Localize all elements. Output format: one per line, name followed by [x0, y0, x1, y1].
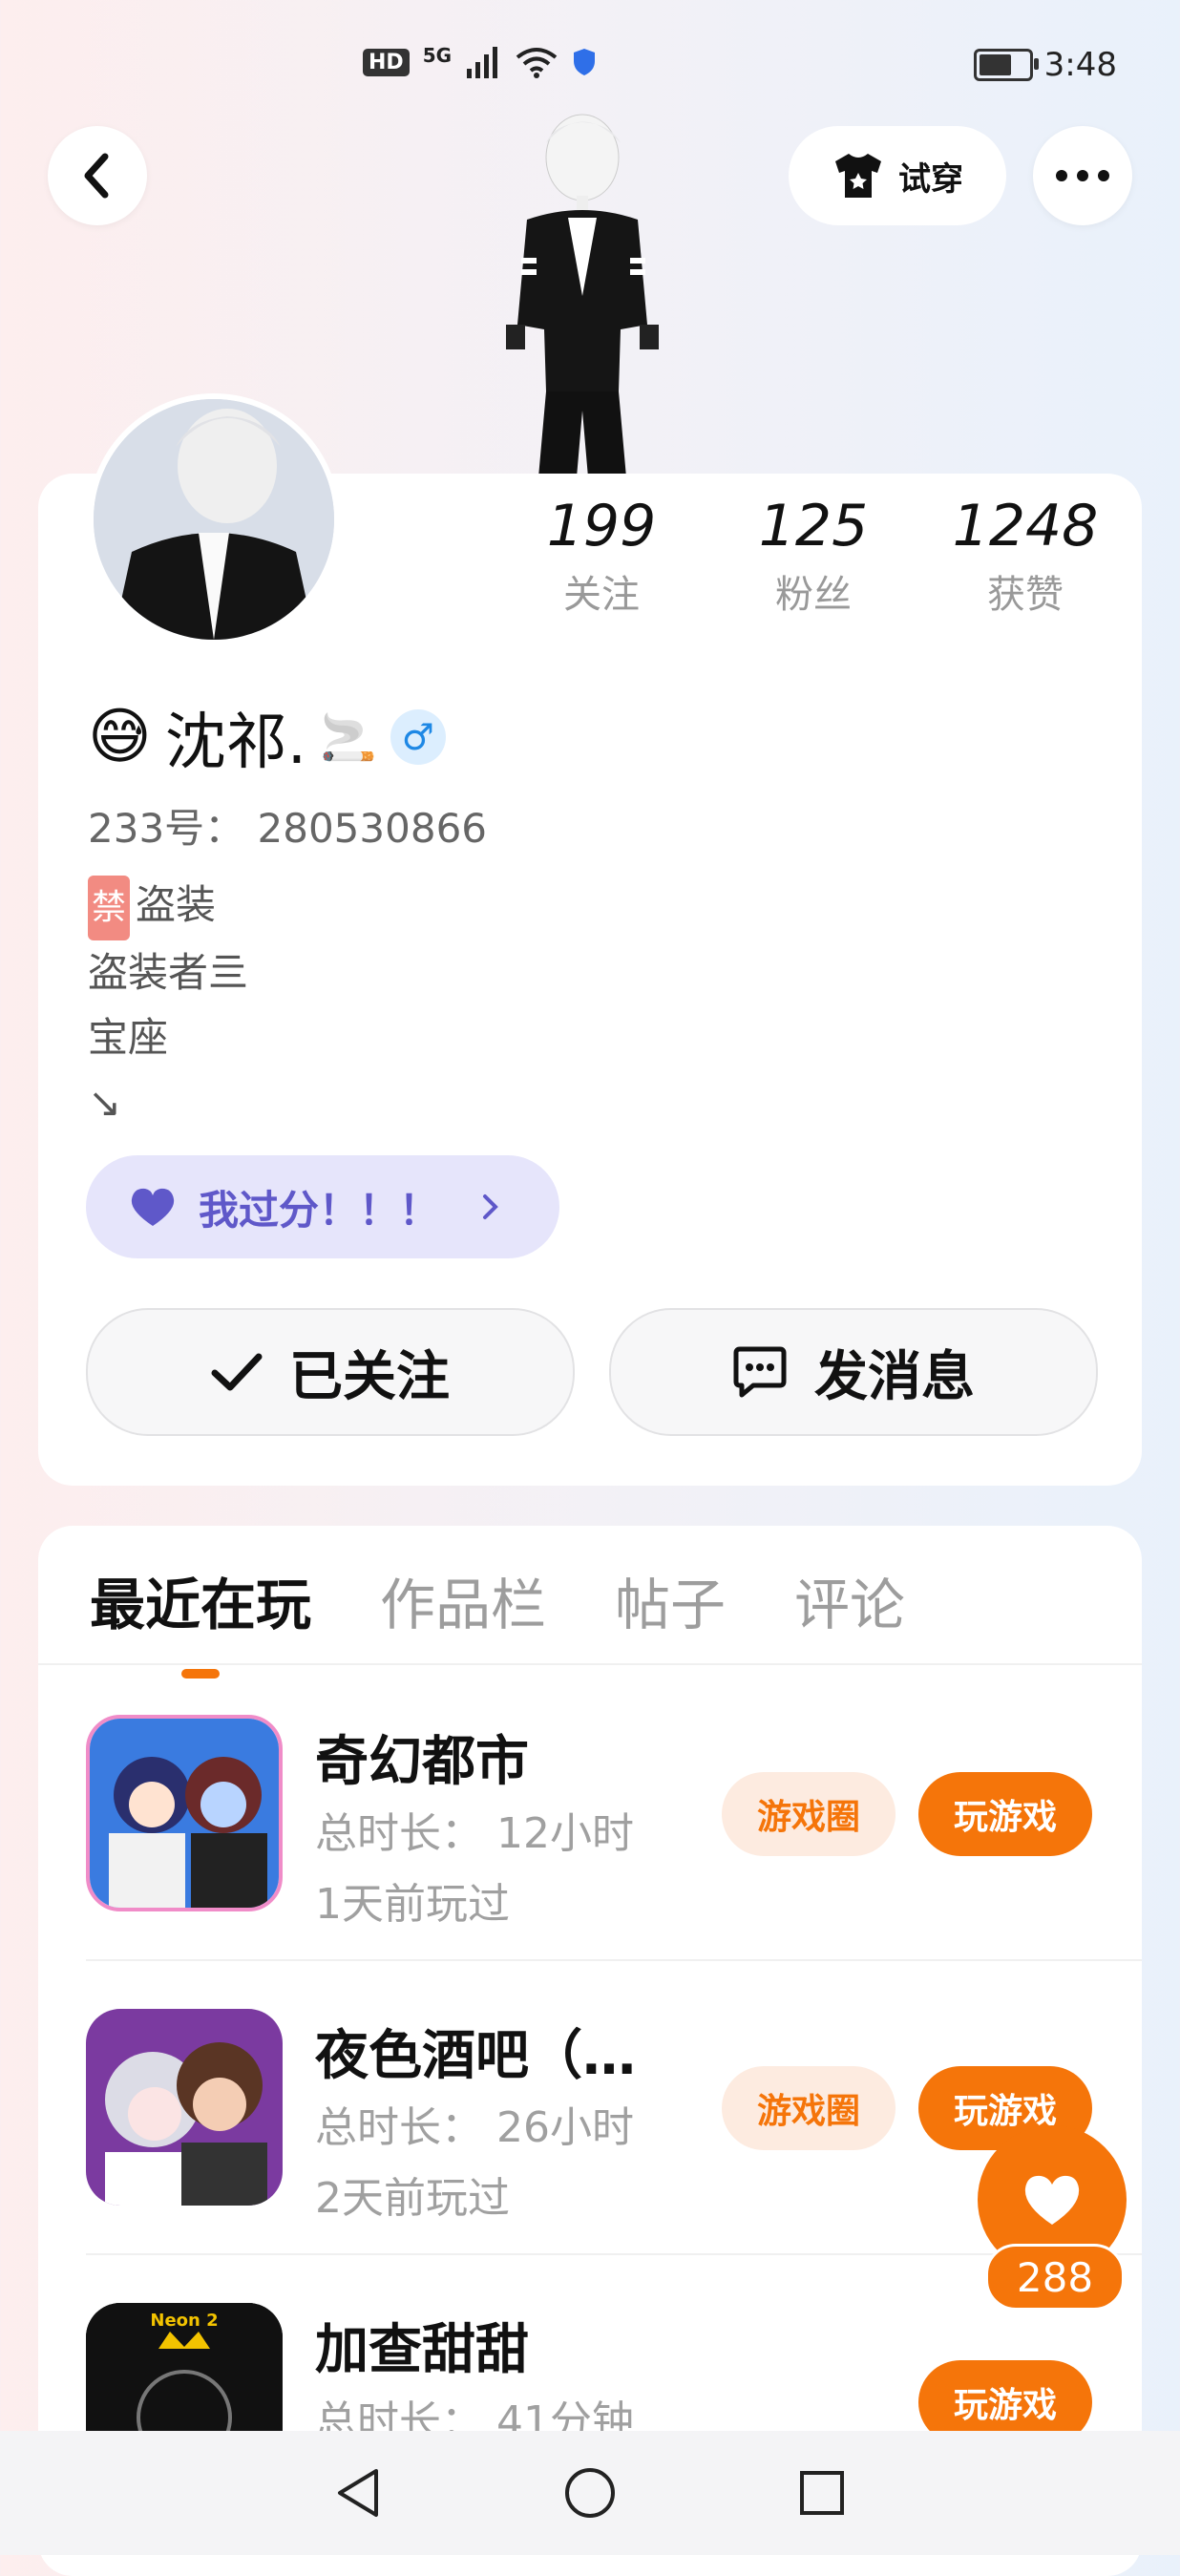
following-button[interactable]: 已关注 — [86, 1308, 575, 1436]
bio-line-2: 盗装者亖 — [88, 949, 249, 996]
clock: 3:48 — [1043, 46, 1117, 84]
following-label: 关注 — [563, 573, 640, 617]
network-indicator: 5G — [422, 44, 453, 67]
bio-line-4: ↘ — [88, 1079, 122, 1126]
game-icon-text: Neon 2 — [150, 2311, 219, 2331]
profile-name: 沈祁. — [164, 707, 307, 778]
following-count: 199 — [546, 493, 657, 560]
like-count: 288 — [985, 2244, 1125, 2311]
tshirt-icon — [835, 154, 881, 198]
name-emoji: 😅 — [88, 702, 152, 772]
home-nav-icon[interactable] — [563, 2466, 617, 2520]
following-button-label: 已关注 — [289, 1345, 450, 1408]
bio-line-1: 盗装 — [136, 881, 217, 928]
stat-following[interactable]: 199 关注 — [516, 493, 687, 619]
heart-icon — [1024, 2175, 1080, 2225]
profile-name-row: 😅 沈祁. 🚬 ♂ — [88, 693, 446, 781]
back-nav-icon[interactable] — [334, 2467, 382, 2519]
likes-label: 获赞 — [987, 573, 1064, 617]
avatar-image — [94, 399, 334, 640]
followers-label: 粉丝 — [775, 573, 852, 617]
status-bar: HD 5G 3:48 — [0, 38, 1180, 95]
character-figure — [506, 114, 659, 477]
check-icon — [211, 1353, 263, 1391]
heart-icon — [131, 1188, 175, 1226]
battery-icon — [973, 49, 1039, 81]
more-icon — [1056, 170, 1109, 181]
hd-indicator: HD — [363, 48, 410, 76]
gender-male-icon: ♂ — [390, 709, 446, 765]
game-title: 奇幻都市 — [315, 1731, 529, 1793]
try-on-label: 试穿 — [898, 159, 963, 199]
ban-icon: 禁 — [88, 876, 131, 940]
game-last-played: 1天前玩过 — [315, 1880, 510, 1929]
message-button[interactable]: 发消息 — [609, 1308, 1098, 1436]
game-playtime: 总时长： 12小时 — [315, 1809, 634, 1858]
chevron-right-icon — [483, 1194, 498, 1219]
game-title: 夜色酒吧（… — [315, 2025, 636, 2087]
tab-posts[interactable]: 帖子 — [615, 1560, 726, 1640]
chevron-left-icon — [84, 153, 109, 199]
game-icon — [86, 1715, 283, 1911]
game-playtime: 总时长： 26小时 — [315, 2103, 634, 2152]
game-row[interactable]: 夜色酒吧（… 总时长： 26小时 2天前玩过 游戏圈 玩游戏 — [38, 1959, 1142, 2253]
tab-comments[interactable]: 评论 — [794, 1560, 905, 1640]
recents-nav-icon[interactable] — [798, 2469, 846, 2517]
game-title: 加查甜甜 — [315, 2319, 529, 2381]
game-last-played: 2天前玩过 — [315, 2174, 510, 2223]
games-section: 最近在玩 作品栏 帖子 评论 奇幻都市 总时长： 12小时 1天前玩过 游戏圈 … — [38, 1526, 1142, 2576]
shield-icon — [574, 49, 596, 75]
badge-text: 我过分！！！ — [199, 1186, 440, 1234]
back-button[interactable] — [48, 126, 147, 225]
followers-count: 125 — [758, 493, 869, 560]
bio-line-3: 宝座 — [88, 1014, 169, 1061]
wifi-icon — [516, 48, 558, 78]
likes-count: 1248 — [952, 493, 1099, 560]
avatar[interactable] — [88, 393, 340, 645]
message-button-label: 发消息 — [814, 1345, 975, 1408]
bio: 禁盗装 盗装者亖 宝座 ↘ — [88, 873, 248, 1135]
profile-tabs: 最近在玩 作品栏 帖子 评论 — [90, 1560, 905, 1679]
stat-followers[interactable]: 125 粉丝 — [727, 493, 899, 619]
try-on-button[interactable]: 试穿 — [789, 126, 1006, 225]
game-icon — [86, 2009, 283, 2206]
intimacy-badge[interactable]: 我过分！！！ — [86, 1155, 559, 1258]
play-game-button[interactable]: 玩游戏 — [918, 1772, 1092, 1856]
tab-recent[interactable]: 最近在玩 — [90, 1560, 311, 1679]
more-button[interactable] — [1033, 126, 1132, 225]
stat-likes[interactable]: 1248 获赞 — [939, 493, 1111, 619]
name-suffix-emoji: 🚬 — [320, 710, 377, 765]
system-nav-bar — [0, 2431, 1180, 2555]
chat-icon — [733, 1346, 787, 1398]
game-circle-button[interactable]: 游戏圈 — [722, 2066, 896, 2150]
game-circle-button[interactable]: 游戏圈 — [722, 1772, 896, 1856]
signal-icon — [467, 47, 498, 78]
game-row[interactable]: 奇幻都市 总时长： 12小时 1天前玩过 游戏圈 玩游戏 — [38, 1665, 1142, 1959]
tab-works[interactable]: 作品栏 — [380, 1560, 546, 1640]
user-id[interactable]: 233号： 280530866 — [88, 796, 487, 855]
